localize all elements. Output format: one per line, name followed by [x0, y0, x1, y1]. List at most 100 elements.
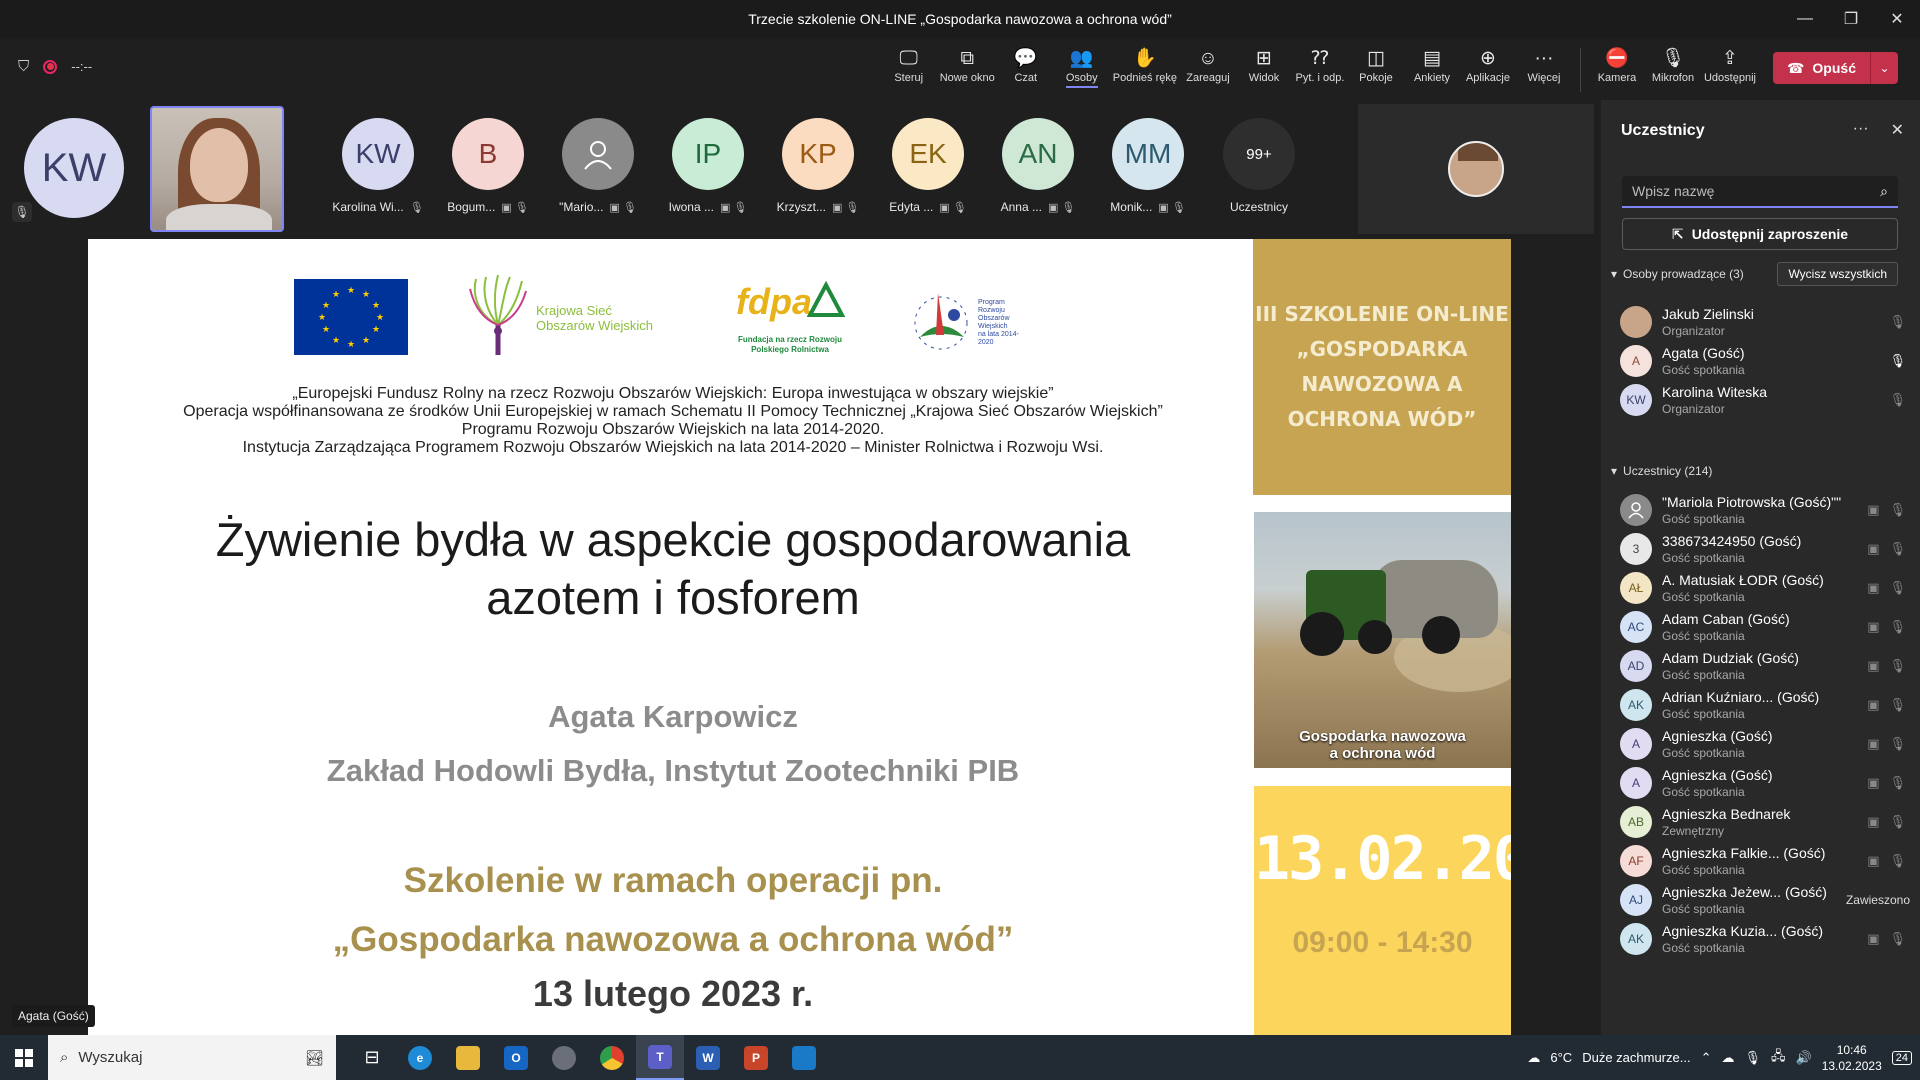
strip-participant[interactable]: MM Monik... ▣ 🎙 [1100, 118, 1196, 214]
notifications-icon[interactable]: 24 [1891, 1050, 1912, 1065]
camera-button[interactable]: ⛔ Kamera [1589, 46, 1645, 84]
chat-button[interactable]: 💬 Czat [998, 46, 1054, 84]
chrome-button[interactable] [588, 1035, 636, 1080]
presenters-section-header[interactable]: ▾ Osoby prowadzące (3) [1611, 267, 1744, 281]
control-button[interactable]: 🖵 Steruj [881, 46, 937, 84]
camera-off-icon: ▣ [1867, 775, 1880, 790]
participant-name: Agnieszka Kuzia... (Gość) [1662, 923, 1824, 939]
attendee-row[interactable]: A Agnieszka (Gość) Gość spotkania ▣ 🎙 [1620, 722, 1910, 766]
avatar [1448, 141, 1504, 197]
leave-button[interactable]: ☎ Opuść ⌄ [1772, 52, 1898, 84]
prow-emblem-icon [914, 293, 968, 350]
strip-participant[interactable]: B Bogum... ▣ 🎙 [440, 118, 536, 214]
attendee-row[interactable]: AD Adam Dudziak (Gość) Gość spotkania ▣ 🎙 [1620, 644, 1910, 688]
chevron-up-icon[interactable]: ⌃ [1701, 1050, 1712, 1066]
microphone-icon[interactable]: 🎙 [1744, 1050, 1761, 1066]
attendees-section-header[interactable]: ▾ Uczestnicy (214) [1611, 464, 1712, 478]
attendee-row[interactable]: A Agnieszka (Gość) Gość spotkania ▣ 🎙 [1620, 761, 1910, 805]
search-icon[interactable]: ⌕ [1880, 183, 1888, 200]
close-window-button[interactable]: ✕ [1874, 0, 1920, 38]
volume-icon[interactable]: 🔊 [1796, 1050, 1812, 1066]
attendee-row[interactable]: AK Agnieszka Kuzia... (Gość) Gość spotkani… [1620, 917, 1910, 961]
strip-participant[interactable]: "Mario... ▣ 🎙 [550, 118, 646, 214]
participant-search[interactable]: ⌕ [1622, 176, 1898, 208]
mic-off-icon: ▣ 🎙 [1158, 201, 1186, 214]
attendee-row[interactable]: 3 338673424950 (Gość) Gość spotkania ▣ 🎙 [1620, 527, 1910, 571]
avatar: 3 [1620, 533, 1652, 565]
qa-button[interactable]: ⁇ Pyt. i odp. [1292, 46, 1348, 84]
taskbar-search[interactable]: ⌕ Wyszukaj 🏞 [48, 1035, 336, 1080]
edge-button[interactable]: e [396, 1035, 444, 1080]
participant-info: A. Matusiak ŁODR (Gość) Gość spotkania [1662, 572, 1867, 604]
more-options-icon[interactable]: ··· [1853, 120, 1869, 140]
presenter-row[interactable]: A Agata (Gość) Gość spotkania 🎙 [1620, 339, 1910, 383]
outlook-button[interactable]: O [492, 1035, 540, 1080]
pinned-app-button[interactable] [540, 1035, 588, 1080]
mute-all-button[interactable]: Wycisz wszystkich [1777, 262, 1898, 286]
leave-options-button[interactable]: ⌄ [1870, 52, 1898, 84]
weather-temp[interactable]: 6°C [1550, 1050, 1572, 1065]
file-explorer-button[interactable] [444, 1035, 492, 1080]
avatar: EK [892, 118, 964, 190]
strip-participant[interactable]: AN Anna ... ▣ 🎙 [990, 118, 1086, 214]
ksow-text-1: Krajowa Sieć [536, 303, 612, 318]
share-icon: ⇱ [1671, 225, 1684, 242]
attendee-row[interactable]: AF Agnieszka Falkie... (Gość) Gość spotkan… [1620, 839, 1910, 883]
attendee-row[interactable]: AŁ A. Matusiak ŁODR (Gość) Gość spotkania ▣… [1620, 566, 1910, 610]
start-button[interactable] [0, 1035, 48, 1080]
weather-text[interactable]: Duże zachmurze... [1582, 1050, 1690, 1065]
strip-participant[interactable]: KW Karolina Wi... 🎙 [330, 118, 426, 214]
more-button[interactable]: ··· Więcej [1516, 46, 1572, 84]
attendee-row[interactable]: AJ Agnieszka Jeżew... (Gość) Gość spotkani… [1620, 878, 1910, 922]
word-icon: W [696, 1045, 720, 1070]
camera-off-icon: ▣ [1867, 736, 1880, 751]
outlook-icon: O [504, 1045, 528, 1070]
people-button[interactable]: 👥 Osoby [1054, 46, 1110, 88]
attendee-row[interactable]: AK Adrian Kuźniaro... (Gość) Gość spotkani… [1620, 683, 1910, 727]
participant-name: Adam Caban (Gość) [1662, 611, 1790, 627]
more-participants-button[interactable]: 99+ Uczestnicy [1211, 118, 1307, 214]
restore-button[interactable]: ❐ [1828, 0, 1874, 38]
attendee-row[interactable]: AC Adam Caban (Gość) Gość spotkania ▣ 🎙 [1620, 605, 1910, 649]
presenter-row[interactable]: Jakub Zielinski Organizator 🎙 [1620, 300, 1910, 344]
view-button[interactable]: ⊞ Widok [1236, 46, 1292, 84]
clock[interactable]: 10:46 13.02.2023 [1822, 1042, 1882, 1074]
word-button[interactable]: W [684, 1035, 732, 1080]
powerpoint-icon: P [744, 1045, 768, 1070]
rooms-button[interactable]: ◫ Pokoje [1348, 46, 1404, 84]
presenter-row[interactable]: KW Karolina Witeska Organizator 🎙 [1620, 378, 1910, 422]
face [190, 128, 248, 202]
strip-participant[interactable]: KP Krzyszt... ▣ 🎙 [770, 118, 866, 214]
chevron-down-icon: ⌄ [1879, 61, 1890, 75]
organizer-tile[interactable] [1358, 104, 1594, 234]
react-button[interactable]: ☺ Zareaguj [1180, 46, 1236, 84]
attendee-row[interactable]: "Mariola Piotrowska (Gość)"" Gość spotkan… [1620, 488, 1910, 532]
strip-participant-name: Edyta ... ▣ 🎙 [889, 200, 966, 214]
speaker-video[interactable] [150, 106, 284, 232]
search-input[interactable] [1632, 183, 1881, 199]
strip-participant[interactable]: EK Edyta ... ▣ 🎙 [880, 118, 976, 214]
camera-off-icon: ▣ [1867, 619, 1880, 634]
app-icon [552, 1045, 576, 1070]
share-button[interactable]: ⇪ Udostępnij [1701, 46, 1759, 84]
strip-participant[interactable]: IP Iwona ... ▣ 🎙 [660, 118, 756, 214]
avatar [1620, 306, 1652, 338]
leave-main[interactable]: ☎ Opuść [1773, 60, 1870, 77]
pop-out-button[interactable]: ⧉ Nowe okno [937, 46, 998, 84]
close-icon[interactable]: ✕ [1891, 120, 1904, 140]
share-invite-button[interactable]: ⇱ Udostępnij zaproszenie [1622, 218, 1898, 250]
photos-button[interactable] [780, 1035, 828, 1080]
apps-button[interactable]: ⊕ Aplikacje [1460, 46, 1516, 84]
react-icon: ☺ [1198, 48, 1218, 69]
teams-button[interactable]: T [636, 1035, 684, 1080]
polls-button[interactable]: ▤ Ankiety [1404, 46, 1460, 84]
attendee-row[interactable]: AB Agnieszka Bednarek Zewnętrzny ▣ 🎙 [1620, 800, 1910, 844]
network-icon[interactable]: 🖧 [1771, 1047, 1786, 1069]
onedrive-icon[interactable]: ☁ [1721, 1050, 1734, 1066]
task-view-button[interactable]: ⊟ [348, 1035, 396, 1080]
minimize-button[interactable]: — [1782, 0, 1828, 38]
participant-status-icons: ▣ 🎙 [1867, 931, 1906, 947]
microphone-button[interactable]: 🎙 Mikrofon [1645, 46, 1701, 84]
raise-hand-button[interactable]: ✋ Podnieś rękę [1110, 46, 1180, 84]
powerpoint-button[interactable]: P [732, 1035, 780, 1080]
